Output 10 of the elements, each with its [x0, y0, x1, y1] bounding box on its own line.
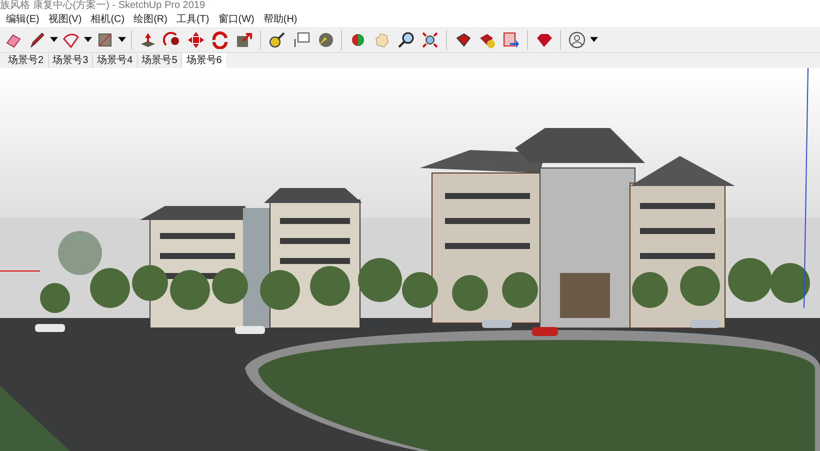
menu-item[interactable]: 编辑(E) [4, 12, 42, 26]
menu-item[interactable]: 绘图(R) [132, 12, 170, 26]
model-viewport-drawing[interactable] [0, 68, 820, 451]
menu-item[interactable]: 帮助(H) [261, 12, 300, 26]
scene-tab[interactable]: 场景号6 [182, 53, 226, 68]
grass-patch-drawing [0, 386, 70, 451]
menu-item[interactable]: 视图(V) [46, 12, 84, 26]
menu-item[interactable]: 窗口(W) [216, 12, 256, 26]
menu-item[interactable]: 工具(T) [174, 12, 212, 26]
menu-item[interactable]: 相机(C) [88, 12, 127, 26]
